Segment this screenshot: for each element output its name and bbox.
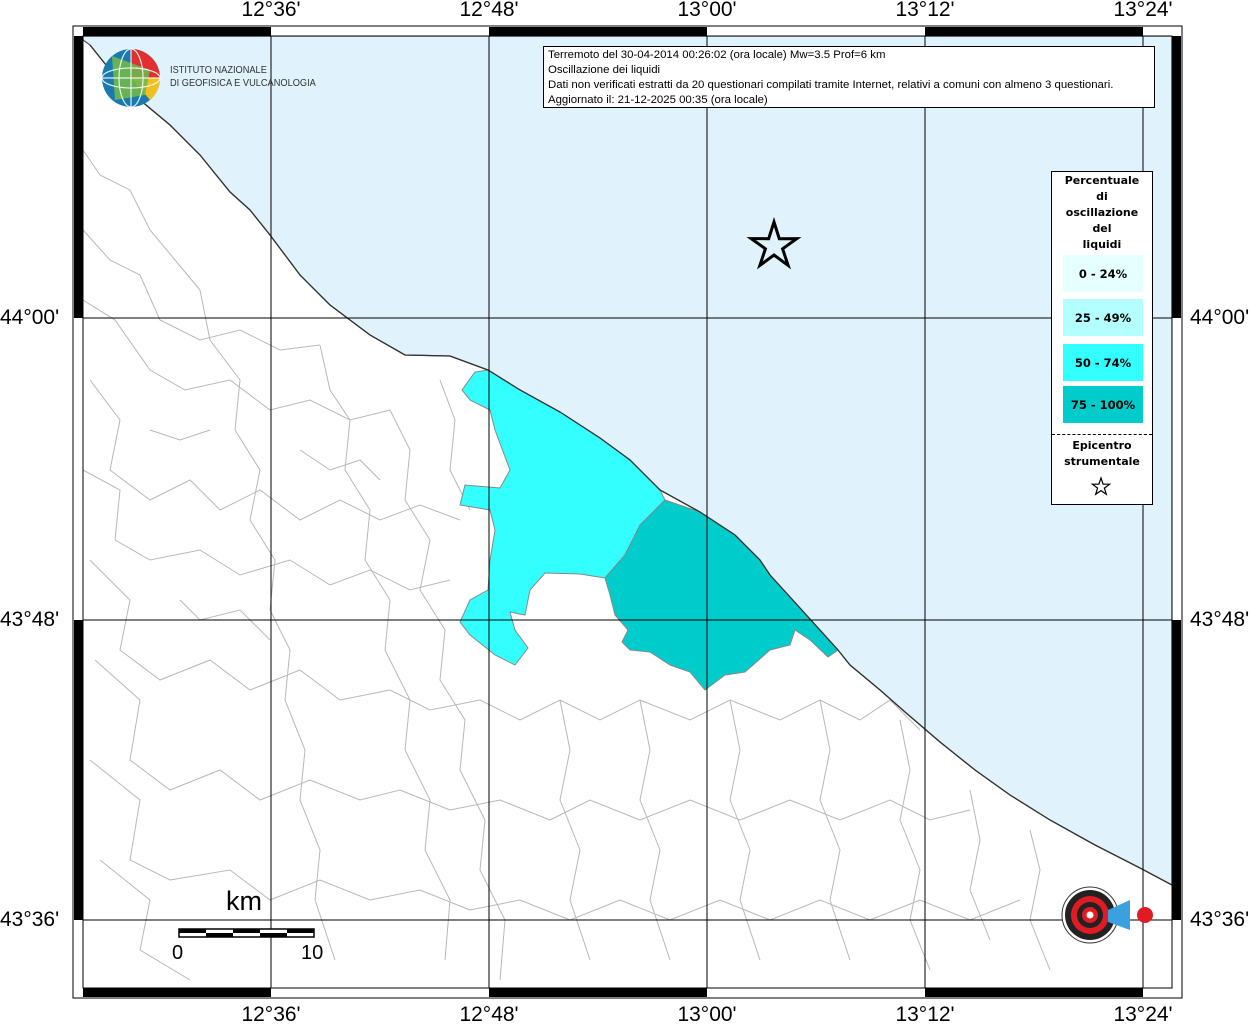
map-subject: Oscillazione dei liquidi <box>548 64 661 76</box>
legend-epicenter-line: strumentale <box>1064 455 1140 468</box>
legend-class-25-49: 25 - 49% <box>1063 299 1143 336</box>
legend-divider <box>1052 434 1152 435</box>
lon-tick-bottom-1: 12°36' <box>241 1003 301 1026</box>
ingv-name-line2: DI GEOFISICA E VULCANOLOGIA <box>170 77 316 89</box>
legend-class-50-74: 50 - 74% <box>1063 344 1143 381</box>
legend-title: Percentuale di oscillazione del liquidi <box>1052 173 1152 253</box>
legend-class-75-100: 75 - 100% <box>1063 386 1143 423</box>
lat-tick-left-3: 43°36' <box>0 908 60 931</box>
scale-start-label: 0 <box>172 942 184 964</box>
legend-title-line: del <box>1092 222 1112 235</box>
ingv-logo-icon <box>101 48 161 108</box>
lon-tick-top-4: 13°12' <box>895 0 955 21</box>
event-info-box: Terremoto del 30-04-2014 00:26:02 (ora l… <box>543 46 1155 108</box>
data-disclaimer: Dati non verificati estratti da 20 quest… <box>548 79 1114 91</box>
lon-tick-bottom-5: 13°24' <box>1113 1003 1173 1026</box>
legend-star-icon <box>1090 476 1112 496</box>
lon-tick-bottom-2: 12°48' <box>459 1003 519 1026</box>
legend-title-line: Percentuale <box>1064 174 1140 187</box>
update-timestamp: Aggiornato il: 21-12-2025 00:35 (ora loc… <box>548 94 768 106</box>
scale-end-label: 10 <box>301 942 324 964</box>
lat-tick-right-3: 43°36' <box>1190 908 1250 931</box>
map-canvas <box>72 25 1183 999</box>
event-header: Terremoto del 30-04-2014 00:26:02 (ora l… <box>548 49 886 61</box>
lon-tick-bottom-4: 13°12' <box>895 1003 955 1026</box>
lon-tick-bottom-3: 13°00' <box>677 1003 737 1026</box>
ingv-name-line1: ISTITUTO NAZIONALE <box>170 64 267 76</box>
lat-tick-left-2: 43°48' <box>0 608 60 631</box>
legend-class-0-24: 0 - 24% <box>1063 255 1143 292</box>
legend-title-line: liquidi <box>1082 238 1122 251</box>
scale-unit: km <box>226 886 262 916</box>
lat-tick-left-1: 44°00' <box>0 306 60 329</box>
lat-tick-right-2: 43°48' <box>1190 608 1250 631</box>
legend-epicenter-label: Epicentro strumentale <box>1052 438 1152 470</box>
legend-epicenter-line: Epicentro <box>1072 439 1132 452</box>
lon-tick-top-5: 13°24' <box>1113 0 1173 21</box>
lat-tick-right-1: 44°00' <box>1190 306 1250 329</box>
lon-tick-top-1: 12°36' <box>241 0 301 21</box>
lon-tick-top-2: 12°48' <box>459 0 519 21</box>
legend-title-line: oscillazione <box>1065 206 1139 219</box>
legend-title-line: di <box>1096 190 1108 203</box>
scale-bar <box>178 928 315 938</box>
lon-tick-top-3: 13°00' <box>677 0 737 21</box>
legend-panel: Percentuale di oscillazione del liquidi … <box>1051 171 1153 505</box>
